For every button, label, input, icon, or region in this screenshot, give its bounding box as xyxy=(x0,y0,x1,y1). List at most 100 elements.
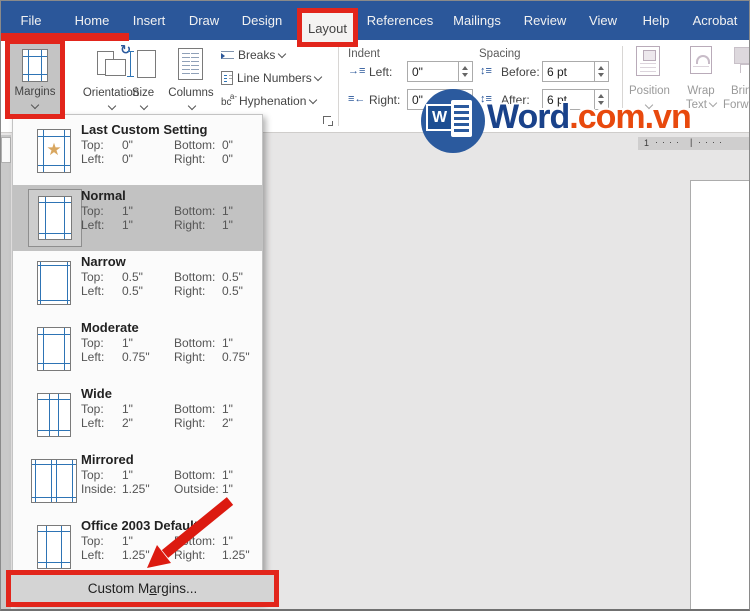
indent-right-value: 0" xyxy=(412,93,423,107)
item-value: 1" xyxy=(122,336,133,350)
indent-left-stepper[interactable] xyxy=(458,62,472,81)
logo-word-text: Word xyxy=(487,98,570,136)
item-label: Left: xyxy=(81,548,105,562)
item-title: Moderate xyxy=(81,320,139,335)
breaks-icon xyxy=(221,50,234,60)
margins-dropdown-menu: ★ Last Custom Setting Top: 0" Bottom: 0"… xyxy=(12,114,263,603)
tab-home[interactable]: Home xyxy=(75,13,110,28)
tab-file[interactable]: File xyxy=(21,13,42,28)
columns-button[interactable]: Columns xyxy=(165,45,217,117)
menu-item-mirrored[interactable]: Mirrored Top: 1" Bottom: 1" Inside: 1.25… xyxy=(13,449,262,515)
logo-text: Word.com.vn xyxy=(487,98,692,137)
item-label: Top: xyxy=(81,270,104,284)
custom-margins-text: Custom M xyxy=(87,581,150,596)
item-label: Top: xyxy=(81,534,104,548)
tab-insert[interactable]: Insert xyxy=(133,13,166,28)
ruler-ticks: ···· xyxy=(655,137,683,147)
spacing-before-label: Before: xyxy=(501,65,540,79)
page-setup-dialog-launcher[interactable] xyxy=(323,116,333,126)
vertical-ruler[interactable] xyxy=(1,135,11,609)
wrap-text-label-1: Wrap xyxy=(687,85,715,97)
item-label: Top: xyxy=(81,402,104,416)
item-value: 1" xyxy=(222,204,233,218)
normal-margins-icon xyxy=(38,196,72,240)
item-label: Left: xyxy=(81,416,105,430)
item-label: Inside: xyxy=(81,482,117,496)
item-title: Normal xyxy=(81,188,126,203)
tab-view[interactable]: View xyxy=(589,13,617,28)
item-title: Narrow xyxy=(81,254,126,269)
item-value: 1" xyxy=(122,218,133,232)
item-label: Bottom: xyxy=(174,138,216,152)
layout-tab-highlight-box: Layout xyxy=(297,8,358,47)
star-icon: ★ xyxy=(46,140,62,160)
item-label: Top: xyxy=(81,138,104,152)
size-button[interactable]: Size xyxy=(121,45,165,117)
spacing-group-label: Spacing xyxy=(479,48,521,60)
menu-item-narrow[interactable]: Narrow Top: 0.5" Bottom: 0.5" Left: 0.5"… xyxy=(13,251,262,317)
menu-item-moderate[interactable]: Moderate Top: 1" Bottom: 1" Left: 0.75" … xyxy=(13,317,262,383)
group-divider xyxy=(338,46,339,126)
item-value: 2" xyxy=(222,416,233,430)
tab-help[interactable]: Help xyxy=(643,13,670,28)
spacing-before-value: 6 pt xyxy=(547,65,568,79)
tab-layout[interactable]: Layout xyxy=(308,21,347,36)
item-value: 0.5" xyxy=(122,284,143,298)
hyphenation-button[interactable]: bc a- Hyphenation xyxy=(221,92,317,108)
margins-highlight-box: Margins xyxy=(5,39,65,119)
bring-forward-button[interactable]: Bring Forward xyxy=(723,45,749,119)
item-value: 1" xyxy=(122,402,133,416)
chevron-down-icon xyxy=(30,100,40,110)
item-label: Right: xyxy=(174,152,206,166)
horizontal-ruler[interactable]: 1 ···· | ···· xyxy=(638,137,749,150)
item-value: 0" xyxy=(122,152,133,166)
item-label: Right: xyxy=(174,416,206,430)
tab-design[interactable]: Design xyxy=(242,13,282,28)
position-icon xyxy=(636,46,660,76)
tab-review[interactable]: Review xyxy=(524,13,567,28)
item-value: 0" xyxy=(122,138,133,152)
item-value: 1.25" xyxy=(122,548,150,562)
spacing-before-input[interactable]: 6 pt xyxy=(542,61,609,82)
item-label: Right: xyxy=(174,218,206,232)
margins-button[interactable]: Margins xyxy=(10,44,60,114)
hyphenation-label: Hyphenation xyxy=(239,94,307,108)
indent-left-input[interactable]: 0" xyxy=(407,61,473,82)
item-value: 1" xyxy=(222,482,233,496)
item-value: 1.25" xyxy=(122,482,150,496)
tab-acrobat[interactable]: Acrobat xyxy=(693,13,738,28)
chevron-down-icon xyxy=(277,49,286,59)
tab-mailings[interactable]: Mailings xyxy=(453,13,501,28)
size-icon xyxy=(127,47,157,81)
chevron-down-icon xyxy=(313,72,323,82)
breaks-button[interactable]: Breaks xyxy=(221,48,286,62)
line-numbers-button[interactable]: Line Numbers xyxy=(221,71,323,85)
ruler-number: 1 xyxy=(644,138,650,148)
custom-margins-accelerator: a xyxy=(149,581,157,596)
indent-left-icon: →≡ xyxy=(348,65,366,77)
word-window: File Home Insert Draw Design References … xyxy=(0,0,750,611)
item-value: 0.5" xyxy=(222,284,243,298)
item-label: Right: xyxy=(174,548,206,562)
line-numbers-icon xyxy=(221,71,233,85)
tab-selector-box[interactable] xyxy=(1,137,11,163)
item-label: Top: xyxy=(81,204,104,218)
indent-right-label: Right: xyxy=(369,93,401,107)
custom-margins-menu-item[interactable]: Custom Margins... xyxy=(11,575,274,602)
spacing-before-stepper[interactable] xyxy=(594,62,608,81)
item-label: Right: xyxy=(174,284,206,298)
spacing-before-icon: ↕≡ xyxy=(480,65,492,77)
menu-item-wide[interactable]: Wide Top: 1" Bottom: 1" Left: 2" Right: … xyxy=(13,383,262,449)
chevron-down-icon xyxy=(187,101,197,111)
menu-item-last-custom-setting[interactable]: ★ Last Custom Setting Top: 0" Bottom: 0"… xyxy=(13,119,262,185)
menu-item-normal[interactable]: Normal Top: 1" Bottom: 1" Left: 1" Right… xyxy=(13,185,262,251)
item-label: Bottom: xyxy=(174,468,216,482)
chevron-down-icon xyxy=(308,95,317,105)
tab-references[interactable]: References xyxy=(367,13,433,28)
mirrored-margins-icon xyxy=(31,459,77,503)
item-label: Left: xyxy=(81,218,105,232)
item-title: Wide xyxy=(81,386,112,401)
ruler-half-mark: | xyxy=(690,137,693,147)
document-page[interactable] xyxy=(690,180,749,609)
tab-draw[interactable]: Draw xyxy=(189,13,219,28)
